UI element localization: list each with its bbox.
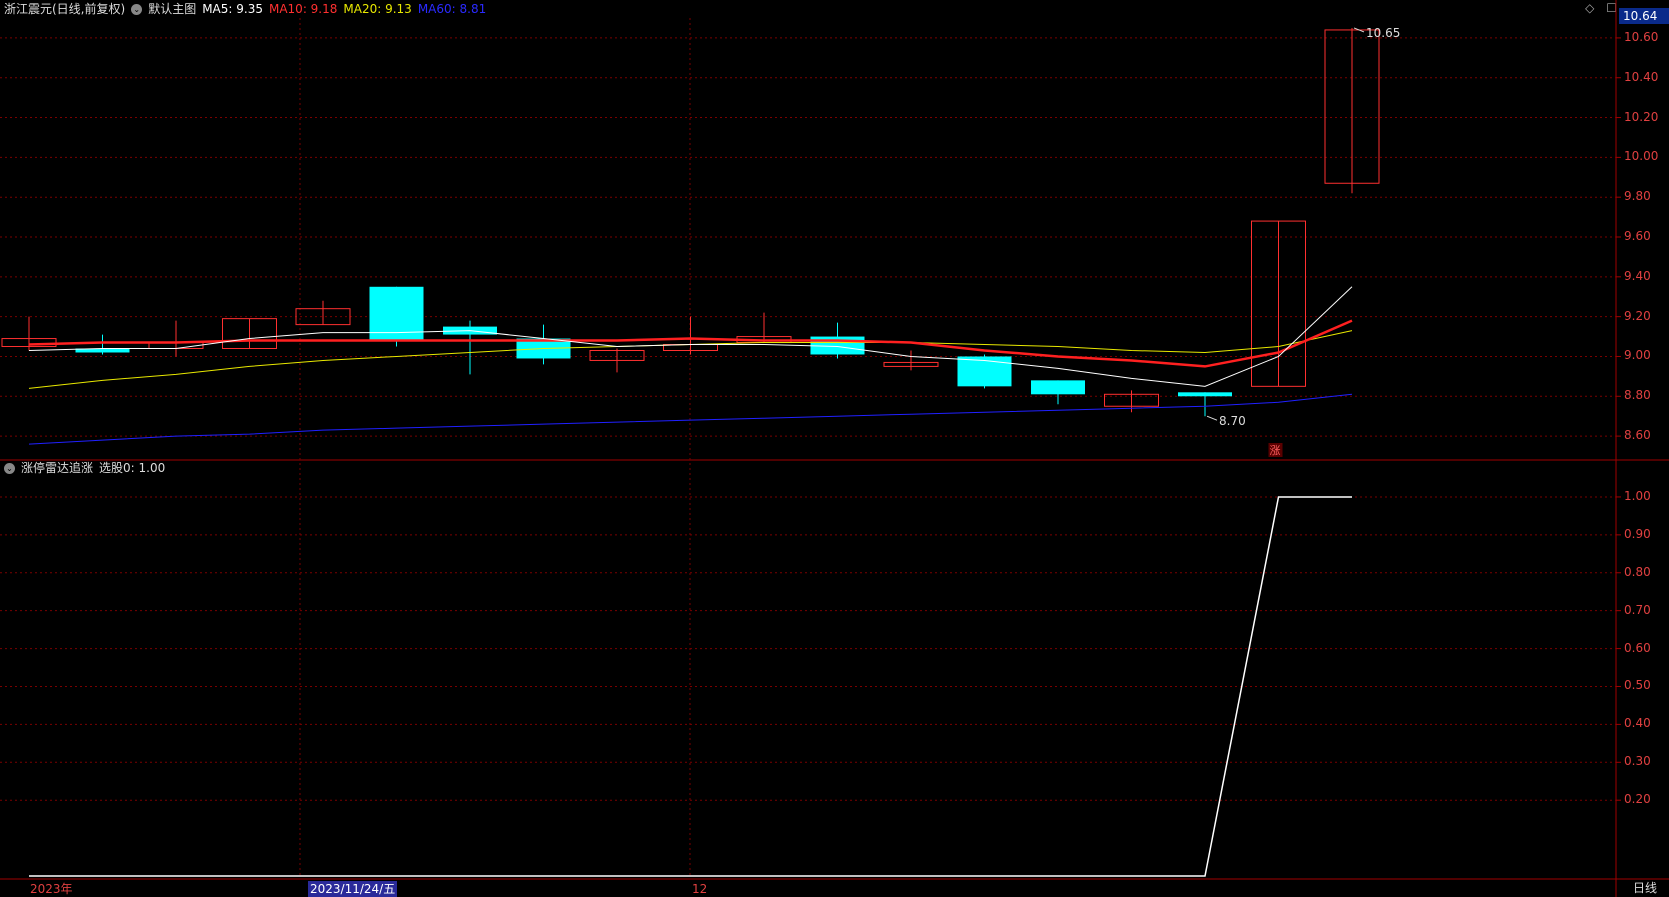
limit-up-marker: 涨 bbox=[1270, 444, 1281, 457]
indicator-tick-label: 0.80 bbox=[1624, 564, 1651, 579]
candle-body-down bbox=[1031, 380, 1085, 395]
chart-canvas[interactable]: 10.65 8.70 涨 bbox=[0, 0, 1669, 897]
stock-chart-window: 浙江震元(日线,前复权) ⌄ 默认主图 MA5: 9.35 MA10: 9.18… bbox=[0, 0, 1669, 897]
price-tick-label: 9.40 bbox=[1624, 268, 1651, 283]
indicator-tick-label: 0.50 bbox=[1624, 678, 1651, 693]
price-tick-label: 10.20 bbox=[1624, 109, 1659, 124]
low-price-label: 8.70 bbox=[1219, 414, 1246, 428]
cursor-date-badge: 2023/11/24/五 bbox=[308, 881, 398, 897]
price-tick-label: 9.60 bbox=[1624, 229, 1651, 243]
indicator-tick-label: 0.70 bbox=[1624, 602, 1651, 617]
price-tick-label: 9.00 bbox=[1624, 348, 1651, 363]
indicator-tick-label: 0.90 bbox=[1624, 526, 1651, 541]
price-tick-label: 10.00 bbox=[1624, 149, 1659, 164]
high-price-label: 10.65 bbox=[1366, 26, 1400, 40]
indicator-tick-label: 0.30 bbox=[1624, 754, 1651, 769]
candle-body-down bbox=[1178, 392, 1232, 397]
year-label: 2023年 bbox=[30, 882, 73, 896]
price-tick-label: 9.80 bbox=[1624, 189, 1651, 204]
price-tick-label: 9.20 bbox=[1624, 308, 1651, 323]
low-pointer bbox=[1206, 415, 1218, 421]
price-tick-label: 10.60 bbox=[1624, 29, 1659, 44]
indicator-tick-label: 0.60 bbox=[1624, 640, 1651, 655]
price-tick-label: 8.80 bbox=[1624, 388, 1651, 403]
month-label: 12 bbox=[692, 882, 708, 896]
price-tick-label: 8.60 bbox=[1624, 428, 1651, 443]
indicator-tick-label: 1.00 bbox=[1624, 488, 1651, 503]
indicator-tick-label: 0.20 bbox=[1624, 792, 1651, 807]
price-tick-label: 10.40 bbox=[1624, 69, 1659, 84]
period-button-daily[interactable]: 日线 bbox=[1633, 880, 1657, 897]
indicator-tick-label: 0.40 bbox=[1624, 716, 1651, 731]
